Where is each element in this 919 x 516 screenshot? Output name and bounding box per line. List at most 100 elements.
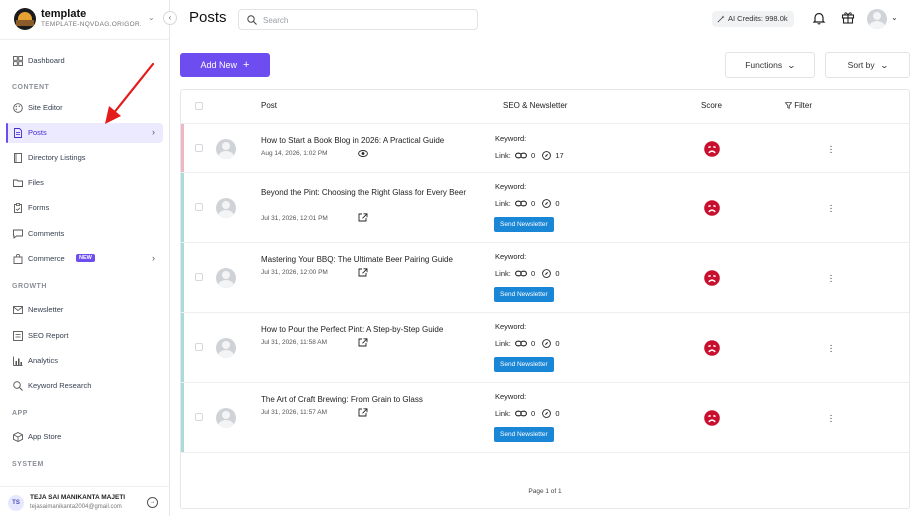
gift-icon[interactable] — [841, 10, 855, 24]
search-icon — [247, 15, 257, 25]
more-actions-icon[interactable]: · · · — [829, 411, 833, 427]
collapse-sidebar-icon[interactable]: ‹ — [163, 11, 177, 25]
sidebar-item-forms[interactable]: Forms — [6, 198, 163, 218]
sidebar-item-label: Files — [28, 178, 44, 187]
more-actions-icon[interactable]: · · · — [829, 141, 833, 157]
chevron-down-icon[interactable]: ⌄ — [891, 13, 898, 22]
table-row[interactable]: Beyond the Pint: Choosing the Right Glas… — [181, 173, 909, 243]
sidebar-item-site-editor[interactable]: Site Editor — [6, 98, 163, 118]
post-title[interactable]: How to Start a Book Blog in 2026: A Prac… — [261, 135, 476, 147]
user-name: TEJA SAI MANIKANTA MAJETI — [30, 494, 126, 501]
post-title[interactable]: How to Pour the Perfect Pint: A Step-by-… — [261, 324, 476, 336]
compass-icon — [542, 199, 552, 208]
sidebar-item-label: Dashboard — [28, 56, 65, 65]
account-avatar[interactable] — [867, 9, 887, 29]
sidebar-item-label: App Store — [28, 432, 62, 441]
sidebar-item-label: Forms — [28, 203, 50, 212]
post-title[interactable]: Beyond the Pint: Choosing the Right Glas… — [261, 187, 476, 199]
more-actions-icon[interactable]: · · · — [829, 341, 833, 357]
document-icon — [14, 128, 22, 138]
post-title[interactable]: The Art of Craft Brewing: From Grain to … — [261, 394, 476, 406]
link-count: 0 — [531, 409, 536, 418]
sidebar-item-app-store[interactable]: App Store — [6, 427, 163, 447]
sidebar-item-files[interactable]: Files — [6, 173, 163, 193]
workspace-switcher[interactable]: template TEMPLATE-NQVDAG.ORIGOR... ⌄ — [0, 0, 170, 40]
link-icon — [514, 270, 527, 277]
page-title: Posts — [189, 9, 227, 26]
bell-icon[interactable] — [812, 11, 826, 25]
link-stats: Link: 0 17 — [495, 151, 564, 160]
send-newsletter-button[interactable]: Send Newsletter — [494, 217, 554, 232]
click-count: 0 — [555, 269, 560, 278]
eye-icon[interactable] — [358, 149, 368, 158]
link-icon — [514, 340, 527, 347]
logout-icon[interactable]: → — [147, 497, 158, 508]
add-new-button[interactable]: Add New + — [180, 53, 270, 77]
sidebar-item-label: Commerce — [28, 254, 65, 263]
compass-icon — [542, 151, 552, 160]
sidebar-item-commerce[interactable]: Commerce NEW › — [6, 249, 163, 269]
link-count: 0 — [531, 269, 536, 278]
sort-by-button[interactable]: Sort by ⌄ — [825, 52, 910, 78]
sidebar-item-posts[interactable]: Posts › — [6, 123, 163, 143]
link-label: Link: — [495, 339, 511, 348]
row-checkbox[interactable] — [195, 413, 203, 421]
sidebar-item-comments[interactable]: Comments — [6, 224, 163, 244]
chevron-down-icon: ⌄ — [879, 61, 889, 70]
comment-icon — [13, 229, 23, 239]
workspace-domain: TEMPLATE-NQVDAG.ORIGOR... — [41, 21, 141, 28]
table-row[interactable]: How to Start a Book Blog in 2026: A Prac… — [181, 124, 909, 173]
bar-chart-icon — [13, 356, 23, 366]
external-link-icon[interactable] — [358, 338, 368, 347]
plus-icon: + — [243, 59, 250, 71]
row-checkbox[interactable] — [195, 343, 203, 351]
sad-face-icon — [704, 410, 720, 426]
select-all-checkbox[interactable] — [195, 102, 203, 110]
chevron-right-icon: › — [152, 253, 155, 263]
link-label: Link: — [495, 409, 511, 418]
link-count: 0 — [531, 151, 536, 160]
link-label: Link: — [495, 199, 511, 208]
sidebar-item-analytics[interactable]: Analytics — [6, 351, 163, 371]
package-icon — [13, 432, 23, 442]
compass-icon — [542, 409, 552, 418]
filter-button[interactable]: Filter — [784, 101, 812, 110]
user-profile[interactable]: TS TEJA SAI MANIKANTA MAJETI tejasaimani… — [0, 486, 170, 516]
search-box[interactable] — [238, 9, 478, 30]
table-row[interactable]: Mastering Your BBQ: The Ultimate Beer Pa… — [181, 243, 909, 313]
ai-credits-badge[interactable]: AI Credits: 998.0k — [712, 11, 794, 27]
sidebar-item-keyword-research[interactable]: Keyword Research — [6, 376, 163, 396]
more-actions-icon[interactable]: · · · — [829, 271, 833, 287]
send-newsletter-button[interactable]: Send Newsletter — [494, 287, 554, 302]
functions-button[interactable]: Functions ⌄ — [725, 52, 815, 78]
more-actions-icon[interactable]: · · · — [829, 201, 833, 217]
row-checkbox[interactable] — [195, 273, 203, 281]
link-icon — [514, 152, 527, 159]
functions-label: Functions — [745, 60, 783, 70]
send-newsletter-button[interactable]: Send Newsletter — [494, 427, 554, 442]
keyword-label: Keyword: — [495, 252, 527, 261]
avatar: TS — [8, 495, 24, 511]
author-avatar — [216, 198, 236, 218]
post-title[interactable]: Mastering Your BBQ: The Ultimate Beer Pa… — [261, 254, 476, 266]
table-row[interactable]: The Art of Craft Brewing: From Grain to … — [181, 383, 909, 453]
row-checkbox[interactable] — [195, 143, 203, 152]
sidebar-item-directory-listings[interactable]: Directory Listings — [6, 148, 163, 168]
link-stats: Link: 0 0 — [495, 199, 560, 208]
send-newsletter-button[interactable]: Send Newsletter — [494, 357, 554, 372]
palette-icon — [13, 103, 23, 113]
column-header-score[interactable]: Score — [701, 101, 722, 110]
status-stripe — [181, 313, 184, 382]
sidebar-item-newsletter[interactable]: Newsletter — [6, 300, 163, 320]
search-input[interactable] — [263, 13, 463, 27]
row-checkbox[interactable] — [195, 203, 203, 211]
external-link-icon[interactable] — [358, 408, 368, 417]
column-header-post[interactable]: Post — [261, 101, 277, 110]
external-link-icon[interactable] — [358, 268, 368, 277]
add-new-label: Add New — [200, 60, 238, 70]
link-label: Link: — [495, 269, 511, 278]
external-link-icon[interactable] — [358, 213, 368, 222]
table-row[interactable]: How to Pour the Perfect Pint: A Step-by-… — [181, 313, 909, 383]
sidebar-item-dashboard[interactable]: Dashboard — [6, 51, 163, 71]
sidebar-item-seo-report[interactable]: SEO Report — [6, 326, 163, 346]
